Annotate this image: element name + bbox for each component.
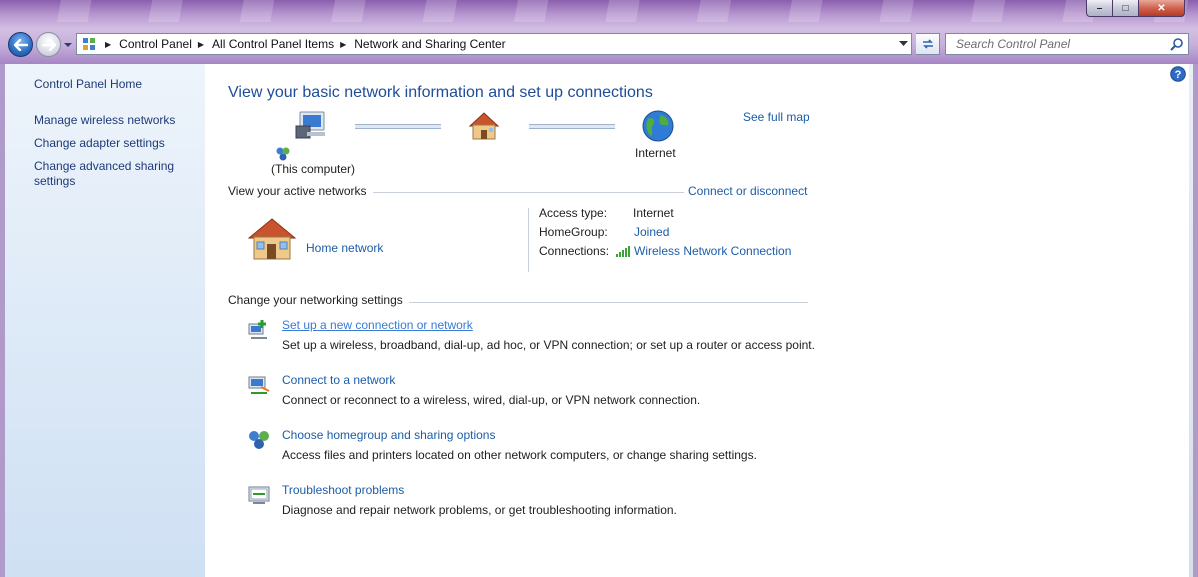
arrow-right-icon bbox=[41, 38, 56, 51]
sidebar-item-label: Change advanced sharing bbox=[34, 159, 175, 173]
left-navigation-pane: Control Panel Home Manage wireless netwo… bbox=[0, 64, 205, 577]
breadcrumb-separator-icon[interactable]: ▶ bbox=[340, 40, 346, 49]
sidebar-item-manage-wireless[interactable]: Manage wireless networks bbox=[34, 113, 175, 128]
divider bbox=[373, 192, 684, 193]
wireless-connection-link[interactable]: Wireless Network Connection bbox=[634, 244, 791, 258]
task-connect-network-desc: Connect or reconnect to a wireless, wire… bbox=[282, 393, 701, 407]
task-connect-network-link[interactable]: Connect to a network bbox=[282, 373, 395, 387]
breadcrumb-control-panel[interactable]: Control Panel bbox=[119, 37, 192, 51]
new-connection-icon bbox=[248, 320, 267, 339]
task-homegroup-desc: Access files and printers located on oth… bbox=[282, 448, 757, 462]
access-type-value: Internet bbox=[633, 206, 674, 220]
change-settings-heading: Change your networking settings bbox=[228, 293, 403, 307]
sidebar-item-advanced-sharing[interactable]: Change advanced sharing settings bbox=[34, 159, 174, 189]
breadcrumb-separator-icon[interactable]: ▶ bbox=[198, 40, 204, 49]
network-status-icon bbox=[276, 147, 290, 161]
chevron-down-icon[interactable] bbox=[895, 34, 911, 54]
task-troubleshoot-desc: Diagnose and repair network problems, or… bbox=[282, 503, 677, 517]
glass-streak bbox=[0, 0, 1198, 22]
refresh-icon bbox=[922, 39, 933, 49]
home-network-large-icon bbox=[247, 218, 297, 260]
window-chrome: – □ ✕ ▶ Control Panel ▶ All Control Pane… bbox=[0, 0, 1198, 64]
back-button[interactable] bbox=[8, 32, 33, 57]
task-new-connection-desc: Set up a wireless, broadband, dial-up, a… bbox=[282, 338, 815, 352]
search-icon[interactable] bbox=[1170, 37, 1184, 51]
control-panel-icon bbox=[79, 34, 99, 54]
task-new-connection-link[interactable]: Set up a new connection or network bbox=[282, 318, 473, 332]
connect-disconnect-link[interactable]: Connect or disconnect bbox=[688, 184, 807, 198]
address-bar[interactable]: ▶ Control Panel ▶ All Control Panel Item… bbox=[76, 33, 912, 55]
control-panel-home-link[interactable]: Control Panel Home bbox=[34, 77, 142, 92]
window-controls: – □ ✕ bbox=[1086, 0, 1185, 19]
map-connection-line bbox=[355, 124, 441, 129]
task-troubleshoot-link[interactable]: Troubleshoot problems bbox=[282, 483, 404, 497]
home-network-icon[interactable] bbox=[466, 110, 502, 142]
page-title: View your basic network information and … bbox=[228, 84, 653, 101]
signal-strength-icon bbox=[616, 246, 630, 257]
search-box[interactable] bbox=[945, 33, 1189, 55]
arrow-left-icon bbox=[13, 38, 28, 51]
connections-label: Connections: bbox=[539, 244, 610, 258]
forward-button[interactable] bbox=[36, 32, 61, 57]
sidebar-item-label: settings bbox=[34, 174, 76, 188]
close-button[interactable]: ✕ bbox=[1139, 0, 1185, 17]
homegroup-label: HomeGroup: bbox=[539, 225, 608, 239]
refresh-button[interactable] bbox=[916, 33, 940, 55]
active-networks-heading: View your active networks bbox=[228, 184, 367, 198]
main-content: ? View your basic network information an… bbox=[205, 64, 1193, 577]
recent-pages-icon[interactable] bbox=[63, 40, 73, 50]
connect-network-icon bbox=[248, 376, 270, 394]
divider bbox=[409, 302, 808, 303]
help-icon[interactable]: ? bbox=[1170, 66, 1186, 82]
troubleshoot-icon bbox=[248, 486, 270, 504]
search-input[interactable] bbox=[954, 36, 1168, 52]
window-frame-right bbox=[1193, 64, 1198, 577]
svg-text:?: ? bbox=[1175, 69, 1182, 81]
home-network-link[interactable]: Home network bbox=[306, 241, 383, 255]
computer-icon bbox=[295, 111, 325, 139]
this-computer-label: (This computer) bbox=[271, 162, 356, 176]
vertical-divider bbox=[528, 208, 529, 272]
internet-globe-icon[interactable] bbox=[641, 109, 675, 143]
map-connection-line bbox=[529, 124, 615, 129]
homegroup-icon bbox=[249, 431, 269, 449]
breadcrumb-separator-icon[interactable]: ▶ bbox=[105, 40, 111, 49]
access-type-label: Access type: bbox=[539, 206, 608, 220]
homegroup-joined-link[interactable]: Joined bbox=[634, 225, 669, 239]
task-homegroup-link[interactable]: Choose homegroup and sharing options bbox=[282, 428, 495, 442]
see-full-map-link[interactable]: See full map bbox=[743, 110, 810, 124]
minimize-button[interactable]: – bbox=[1086, 0, 1113, 17]
breadcrumb-network-center[interactable]: Network and Sharing Center bbox=[354, 37, 505, 51]
maximize-button[interactable]: □ bbox=[1113, 0, 1139, 17]
internet-label: Internet bbox=[635, 146, 676, 160]
sidebar-item-adapter-settings[interactable]: Change adapter settings bbox=[34, 136, 165, 151]
breadcrumb-all-items[interactable]: All Control Panel Items bbox=[212, 37, 334, 51]
